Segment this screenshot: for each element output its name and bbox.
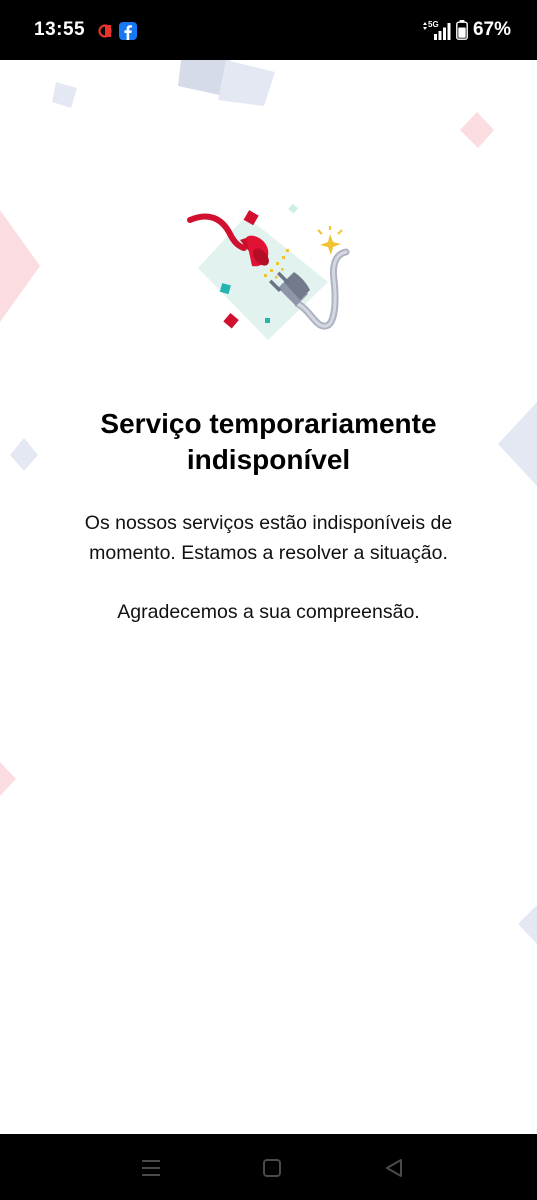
battery-icon [456, 20, 468, 40]
opera-icon [98, 24, 112, 38]
screen: 13:55 5G 67% Serviço temporariamente ind… [0, 0, 537, 1200]
thanks-message: Agradecemos a sua compreensão. [117, 601, 420, 623]
unplugged-cable-illustration [187, 203, 350, 340]
menu-icon[interactable] [137, 1154, 165, 1182]
home-icon[interactable] [258, 1154, 286, 1182]
error-page: Serviço temporariamente indisponível Os … [0, 60, 537, 1134]
battery-level: 67% [472, 19, 511, 40]
status-time: 13:55 [34, 19, 86, 40]
status-bar: 13:55 5G 67% [0, 0, 537, 60]
status-indicators: 5G 67% [421, 19, 511, 41]
network-type: 5G [428, 20, 439, 29]
data-arrows-icon [422, 22, 427, 25]
navigation-bar [0, 1134, 537, 1200]
facebook-icon [119, 22, 137, 40]
page-title: Serviço temporariamente indisponível [100, 408, 437, 475]
error-message: Os nossos serviços estão indisponíveis d… [84, 512, 453, 564]
signal-icon: 5G [422, 20, 451, 40]
back-icon[interactable] [380, 1154, 408, 1182]
